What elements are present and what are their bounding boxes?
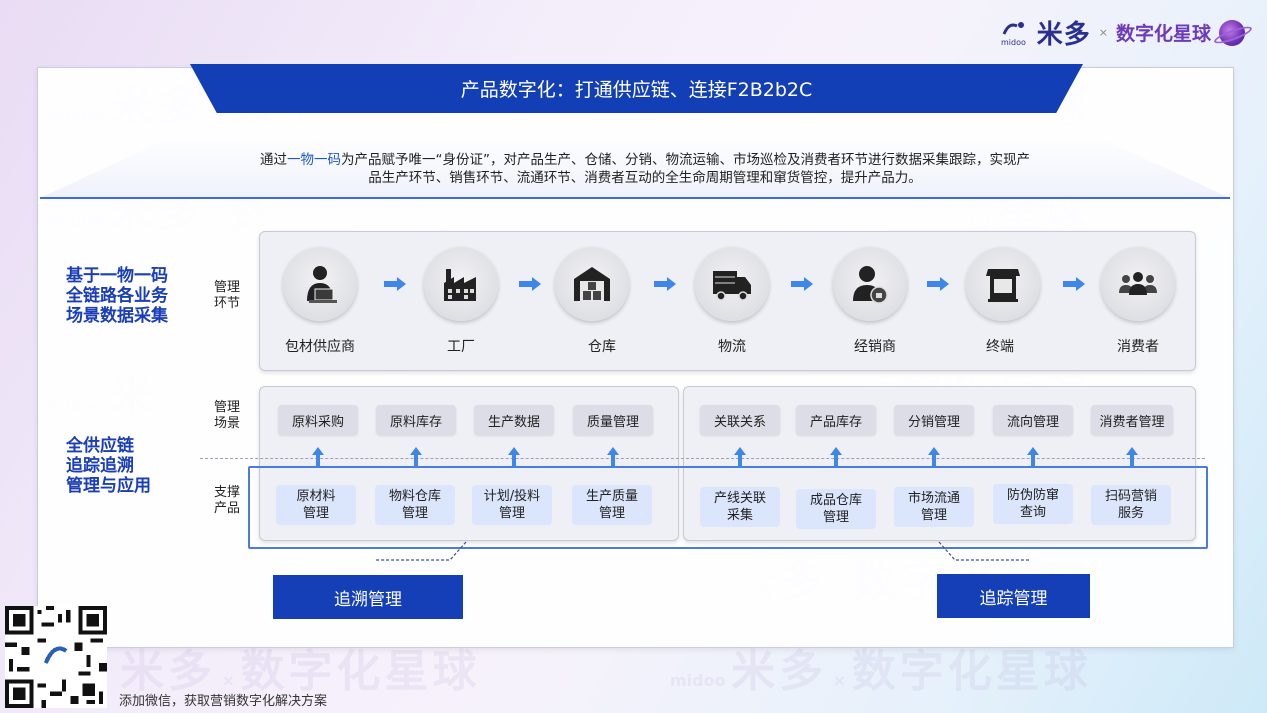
arrow-up-icon [410,447,422,467]
scene-button: 生产数据 [474,405,554,435]
row-label-line: 支撑 [213,485,240,500]
intro-line2: 品生产环节、销售环节、流通环节、消费者互动的全生命周期管理和窜货管控，提升产品力… [368,170,922,186]
support-product: 市场流通 管理 [894,487,974,527]
arrow-right-icon [519,277,541,291]
row-label-line: 场景 [213,416,240,431]
intro-divider [40,197,1230,199]
side-heading-line: 全链路各业务 [66,286,168,306]
arrow-right-icon [384,277,406,291]
arrow-up-icon [607,447,619,467]
arrow-up-icon [1126,447,1138,467]
support-product: 扫码营销 服务 [1091,485,1171,525]
scene-button: 质量管理 [573,405,653,435]
stage-label: 仓库 [588,339,616,355]
row-label-line: 产品 [213,501,240,516]
qr-code [5,606,107,708]
connector-line [938,541,1031,561]
trace-forward-label: 追踪管理 [937,574,1090,618]
scene-button: 原料采购 [278,405,358,435]
row-label-line: 管理 [213,400,240,415]
midoo-logo-icon: midoo [1001,20,1029,47]
side-heading-line: 管理与应用 [66,476,151,496]
side-heading-line: 场景数据采集 [66,306,168,326]
arrow-right-icon [927,277,949,291]
stage-label: 消费者 [1117,339,1159,355]
side-heading-trace: 全供应链 追踪追溯 管理与应用 [66,436,151,496]
intro-line1: 为产品赋予唯一“身份证”，对产品生产、仓储、分销、物流运输、市场巡检及消费者环节… [341,152,1030,168]
factory-icon [424,247,498,321]
brand-midoo-text: 米多 [1036,20,1091,50]
scene-button: 流向管理 [993,405,1073,435]
stage-label: 经销商 [854,339,896,355]
footer-text: 添加微信，获取营销数字化解决方案 [119,694,328,709]
support-product: 防伪防窜 查询 [993,484,1073,524]
intro-highlight: 一物一码 [287,152,341,168]
connector-line [374,541,467,561]
brand-times: × [1098,26,1108,39]
scene-button: 分销管理 [894,405,974,435]
warehouse-icon [555,247,629,321]
stage-label: 终端 [986,339,1014,355]
support-product: 计划/投料 管理 [472,485,552,525]
arrow-right-icon [654,277,676,291]
arrow-right-icon [1063,277,1085,291]
dealer-icon [833,247,907,321]
support-product: 产线关联 采集 [700,487,780,527]
trace-back-label: 追溯管理 [273,575,463,619]
intro-prefix: 通过 [260,152,287,168]
intro-text: 通过一物一码为产品赋予唯一“身份证”，对产品生产、仓储、分销、物流运输、市场巡检… [180,151,1110,187]
arrow-up-icon [312,447,324,467]
row-label-support: 支撑 产品 [210,485,244,517]
arrow-up-icon [928,447,940,467]
side-heading-line: 基于一物一码 [66,266,168,286]
svg-text:midoo: midoo [1001,38,1026,46]
row-label-line: 管理 [213,280,240,295]
consumers-icon [1101,247,1175,321]
planet-icon [1219,19,1245,46]
scene-button: 产品库存 [796,405,876,435]
side-heading-collection: 基于一物一码 全链路各业务 场景数据采集 [66,266,168,326]
scene-button: 消费者管理 [1091,405,1173,435]
row-label-line: 环节 [213,296,240,311]
arrow-right-icon [791,277,813,291]
truck-icon [695,247,769,321]
row-label-mgmt-scene: 管理 场景 [210,400,244,432]
stage-label: 物流 [718,339,746,355]
row-label-mgmt-link: 管理 环节 [210,280,244,312]
scene-button: 原料库存 [376,405,456,435]
scene-button: 关联关系 [700,405,780,435]
arrow-up-icon [508,447,520,467]
side-heading-line: 追踪追溯 [66,456,134,476]
arrow-up-icon [1027,447,1039,467]
arrow-up-icon [734,447,746,467]
support-product: 成品仓库 管理 [796,489,876,529]
arrow-up-icon [830,447,842,467]
stage-label: 工厂 [447,339,475,355]
stage-label: 包材供应商 [285,339,355,355]
support-product: 原材料 管理 [276,485,356,525]
store-icon [966,247,1040,321]
side-heading-line: 全供应链 [66,436,134,456]
page-title: 产品数字化：打通供应链、连接F2B2b2C [190,64,1083,113]
brand-logo: midoo 米多 × 数字化星球 [1001,14,1245,51]
support-product: 生产质量 管理 [572,485,652,525]
support-product: 物料仓库 管理 [375,485,455,525]
supplier-icon [283,247,357,321]
brand-planet-text: 数字化星球 [1115,23,1211,45]
row-divider [200,458,1205,459]
